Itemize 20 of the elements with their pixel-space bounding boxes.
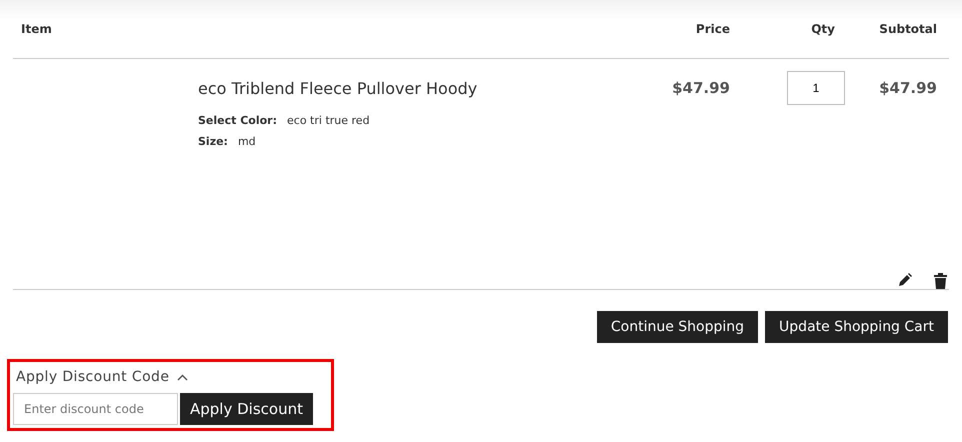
- pencil-icon[interactable]: [898, 273, 912, 287]
- quantity-field[interactable]: 1: [787, 71, 845, 105]
- action-button[interactable]: Continue Shopping: [596, 311, 758, 343]
- column-header: Price: [696, 22, 731, 36]
- option-value: md: [238, 135, 256, 148]
- action-button[interactable]: Update Shopping Cart: [765, 311, 948, 343]
- apply-discount-button[interactable]: Apply Discount: [180, 393, 313, 425]
- column-header: Item: [20, 22, 52, 36]
- product-name: eco Triblend Fleece Pullover Hoody: [198, 79, 478, 98]
- column-header: Qty: [811, 22, 836, 36]
- discount-code-field[interactable]: Enter discount code: [13, 393, 178, 425]
- caret-icon: [177, 374, 188, 380]
- price: $47.99: [672, 78, 731, 97]
- trash-icon[interactable]: [934, 273, 947, 289]
- column-header: Subtotal: [879, 22, 938, 36]
- discount-toggle[interactable]: Apply Discount Code: [13, 366, 188, 388]
- option-label: Size:: [198, 135, 228, 148]
- option-value: eco tri true red: [287, 114, 370, 127]
- subtotal: $47.99: [879, 78, 938, 97]
- option-label: Select Color:: [198, 114, 278, 127]
